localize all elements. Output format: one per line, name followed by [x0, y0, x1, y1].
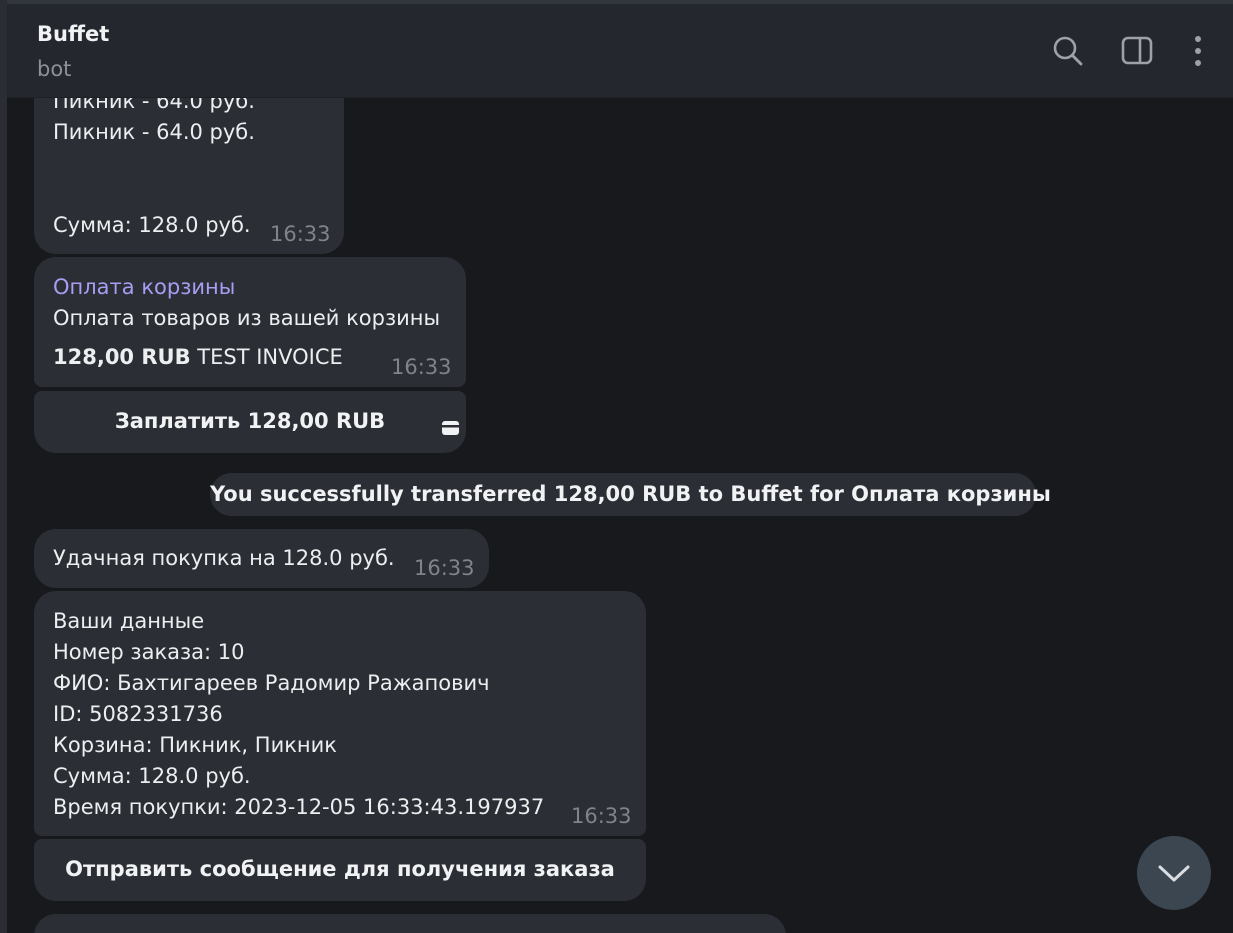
details-line: Номер заказа: 10: [53, 640, 245, 664]
cart-item-line: Пикник - 64.0 руб.: [53, 120, 255, 144]
telegram-chat-window: Пикник - 64.0 руб. Пикник - 64.0 руб. Су…: [0, 0, 1233, 933]
message-time: 16:33: [270, 222, 331, 246]
left-panel-edge[interactable]: [0, 0, 7, 933]
invoice-message-bubble: Оплата корзины Оплата товаров из вашей к…: [34, 257, 466, 387]
details-line: ID: 5082331736: [53, 702, 223, 726]
credit-card-icon: [442, 398, 459, 435]
scroll-down-button[interactable]: [1137, 836, 1211, 910]
details-line: Корзина: Пикник, Пикник: [53, 733, 337, 757]
message-time: 16:33: [391, 355, 452, 379]
get-order-button-label: Отправить сообщение для получения заказа: [65, 857, 615, 881]
next-message-bubble: [34, 914, 786, 933]
invoice-price-line: 128,00 RUB TEST INVOICE: [53, 342, 447, 373]
invoice-description: Оплата товаров из вашей корзины: [53, 306, 441, 330]
more-vertical-icon[interactable]: [1181, 34, 1215, 68]
details-line: ФИО: Бахтигареев Радомир Ражапович: [53, 671, 490, 695]
cart-sum: Сумма: 128.0 руб.: [53, 213, 251, 237]
details-line: Сумма: 128.0 руб.: [53, 764, 251, 788]
details-line: Время покупки: 2023-12-05 16:33:43.19793…: [53, 795, 545, 819]
payment-service-message: You successfully transferred 128,00 RUB …: [210, 473, 1051, 516]
pay-button-label: Заплатить 128,00 RUB: [114, 409, 386, 433]
message-time: 16:33: [571, 804, 632, 828]
success-message-bubble: Удачная покупка на 128.0 руб. 16:33: [34, 529, 489, 588]
pay-button[interactable]: Заплатить 128,00 RUB: [34, 391, 466, 453]
invoice-label: TEST INVOICE: [197, 345, 343, 369]
chat-subtitle: bot: [37, 57, 72, 81]
sidebar-toggle-icon[interactable]: [1120, 34, 1154, 68]
message-time: 16:33: [414, 556, 475, 580]
details-line: Ваши данные: [53, 609, 205, 633]
chat-title[interactable]: Buffet: [37, 22, 109, 46]
search-icon[interactable]: [1051, 34, 1085, 68]
invoice-amount: 128,00 RUB: [53, 345, 191, 369]
success-text: Удачная покупка на 128.0 руб.: [53, 546, 395, 570]
invoice-title: Оплата корзины: [53, 275, 236, 299]
get-order-button[interactable]: Отправить сообщение для получения заказа: [34, 839, 646, 901]
chevron-down-icon: [1158, 865, 1190, 882]
order-details-bubble: Ваши данные Номер заказа: 10 ФИО: Бахтиг…: [34, 591, 646, 836]
chat-header: Buffet bot: [7, 4, 1233, 98]
